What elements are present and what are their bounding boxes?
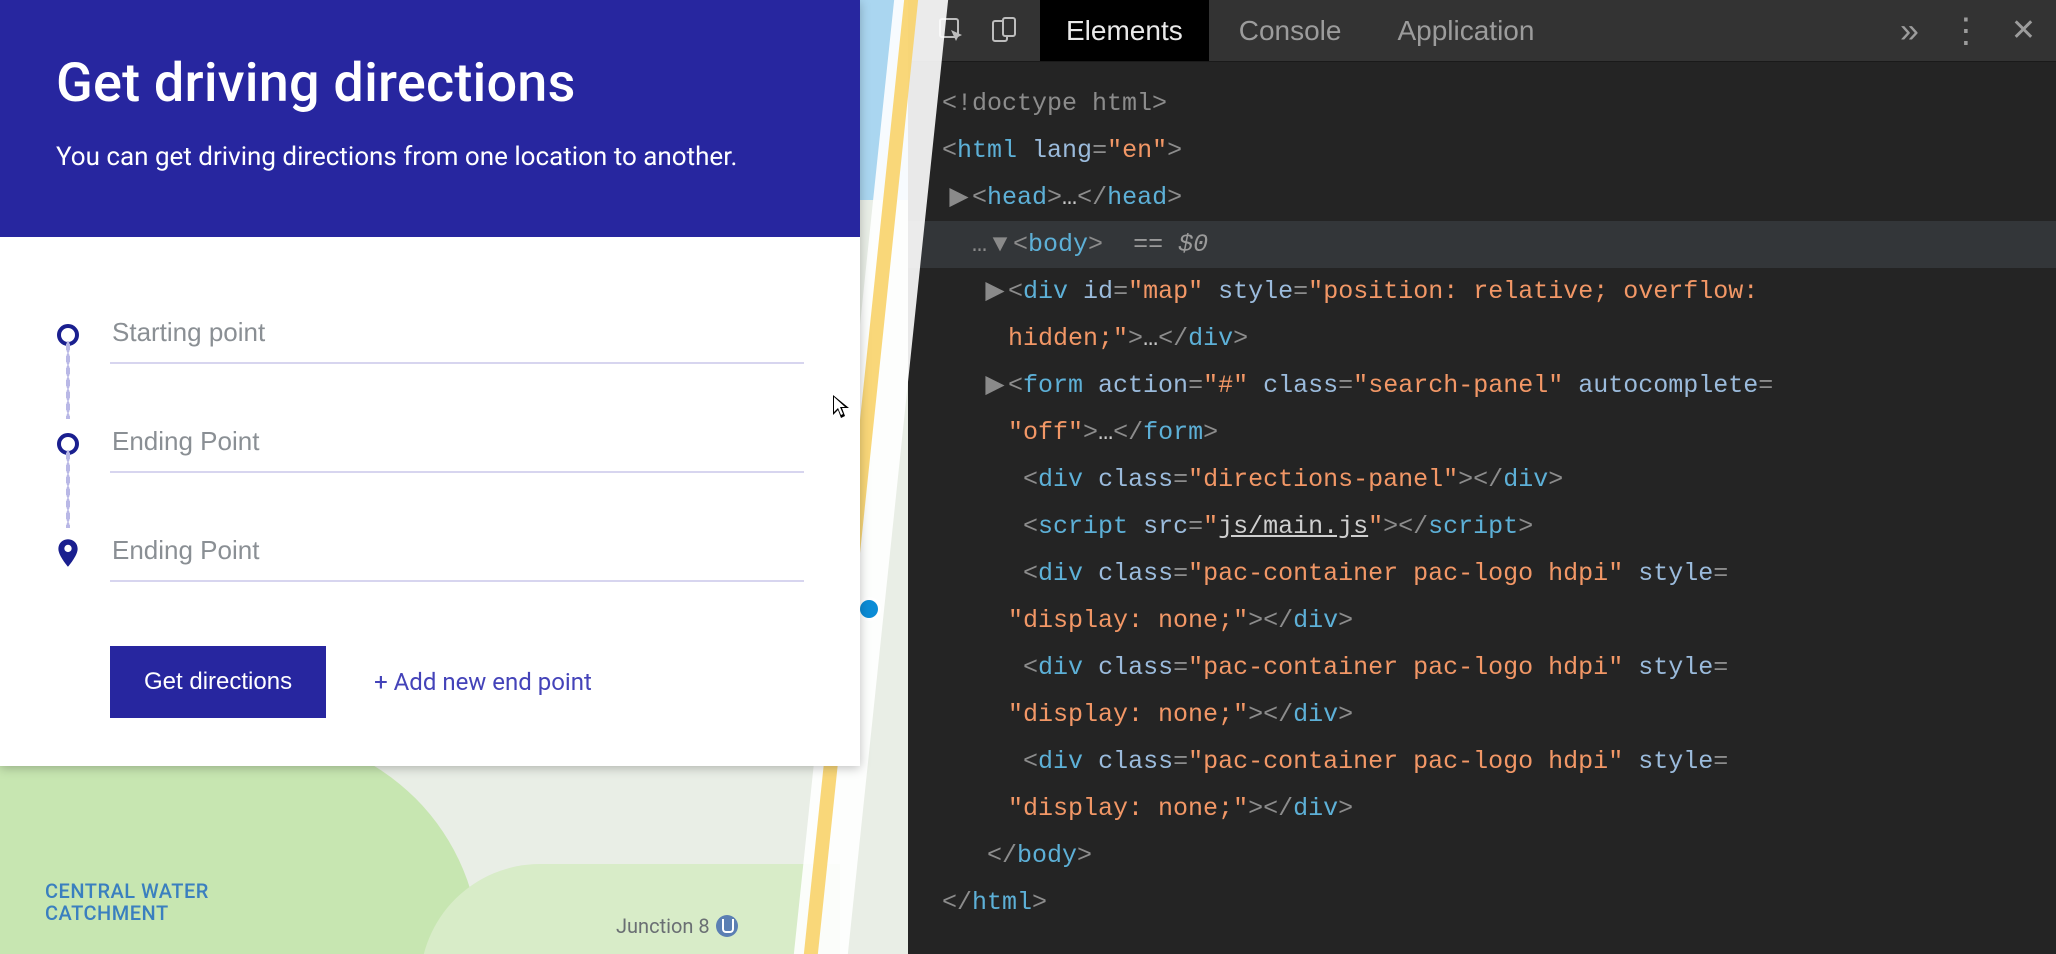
panel-subtitle: You can get driving directions from one …: [56, 139, 776, 177]
device-toolbar-icon[interactable]: [978, 0, 1030, 61]
waypoint-pin-icon: [56, 539, 80, 567]
dom-node-html-open[interactable]: <html lang="en">: [908, 127, 2056, 174]
dom-node-pac-2-wrap[interactable]: "display: none;"></div>: [908, 691, 2056, 738]
dom-node-doctype[interactable]: <!doctype html>: [908, 80, 2056, 127]
dom-node-pac-1-wrap[interactable]: "display: none;"></div>: [908, 597, 2056, 644]
panel-actions: Get directions + Add new end point: [56, 646, 804, 718]
map-poi-shopping-icon: [716, 915, 738, 937]
waypoint-row-end-1: [56, 416, 804, 473]
waypoint-row-end-2: [56, 525, 804, 582]
dom-node-html-close[interactable]: </html>: [908, 879, 2056, 926]
get-directions-button[interactable]: Get directions: [110, 646, 326, 718]
expand-caret-icon[interactable]: ▶: [982, 362, 1008, 409]
dom-node-form[interactable]: ▶<form action="#" class="search-panel" a…: [908, 362, 2056, 409]
tab-elements[interactable]: Elements: [1040, 0, 1209, 61]
ending-point-input-1[interactable]: [110, 416, 804, 473]
dom-node-pac-1[interactable]: <div class="pac-container pac-logo hdpi"…: [908, 550, 2056, 597]
tabs-overflow-icon[interactable]: »: [1900, 14, 1919, 48]
expand-caret-icon[interactable]: ▶: [982, 268, 1008, 315]
dom-node-pac-3-wrap[interactable]: "display: none;"></div>: [908, 785, 2056, 832]
waypoint-row-start: [56, 307, 804, 364]
ending-point-input-2[interactable]: [110, 525, 804, 582]
dom-node-head[interactable]: ▶<head>…</head>: [908, 174, 2056, 221]
panel-header: Get driving directions You can get drivi…: [0, 0, 860, 237]
collapse-caret-icon[interactable]: ▼: [987, 221, 1013, 268]
dom-node-directions-div[interactable]: <div class="directions-panel"></div>: [908, 456, 2056, 503]
devtools-menu-icon[interactable]: ⋮: [1949, 14, 1981, 48]
waypoint-connector-icon: [66, 450, 70, 528]
panel-body: Get directions + Add new end point: [0, 237, 860, 766]
devtools-close-icon[interactable]: ✕: [2011, 16, 2036, 46]
devtools-tabs: Elements Console Application: [1040, 0, 1560, 61]
dom-node-pac-2[interactable]: <div class="pac-container pac-logo hdpi"…: [908, 644, 2056, 691]
dom-node-body-close[interactable]: </body>: [908, 832, 2056, 879]
dom-node-form-wrap[interactable]: "off">…</form>: [908, 409, 2056, 456]
tab-application[interactable]: Application: [1371, 0, 1560, 61]
devtools-toolbar: Elements Console Application » ⋮ ✕: [908, 0, 2056, 62]
expand-caret-icon[interactable]: ▶: [946, 174, 972, 221]
dom-node-map-div-wrap[interactable]: hidden;">…</div>: [908, 315, 2056, 362]
starting-point-input[interactable]: [110, 307, 804, 364]
tab-console[interactable]: Console: [1213, 0, 1368, 61]
mouse-cursor-icon: [832, 394, 850, 420]
app-pane: CENTRAL WATER CATCHMENT Junction 8 Get d…: [0, 0, 908, 954]
add-end-point-link[interactable]: + Add new end point: [374, 668, 592, 696]
dom-node-pac-3[interactable]: <div class="pac-container pac-logo hdpi"…: [908, 738, 2056, 785]
waypoint-connector-icon: [66, 341, 70, 419]
map-poi-pin-icon: [860, 600, 878, 618]
panel-title: Get driving directions: [56, 52, 804, 115]
devtools-pane: Elements Console Application » ⋮ ✕ <!doc…: [908, 0, 2056, 954]
dom-node-body-selected[interactable]: …▼<body> == $0: [908, 221, 2056, 268]
map-label-junction-8: Junction 8: [616, 914, 738, 938]
directions-panel: Get driving directions You can get drivi…: [0, 0, 860, 766]
map-label-central-water-catchment: CENTRAL WATER CATCHMENT: [45, 880, 209, 924]
dom-tree[interactable]: <!doctype html> <html lang="en"> ▶<head>…: [908, 62, 2056, 954]
devtools-toolbar-right: » ⋮ ✕: [1900, 0, 2044, 61]
dom-node-script[interactable]: <script src="js/main.js"></script>: [908, 503, 2056, 550]
dom-node-map-div[interactable]: ▶<div id="map" style="position: relative…: [908, 268, 2056, 315]
